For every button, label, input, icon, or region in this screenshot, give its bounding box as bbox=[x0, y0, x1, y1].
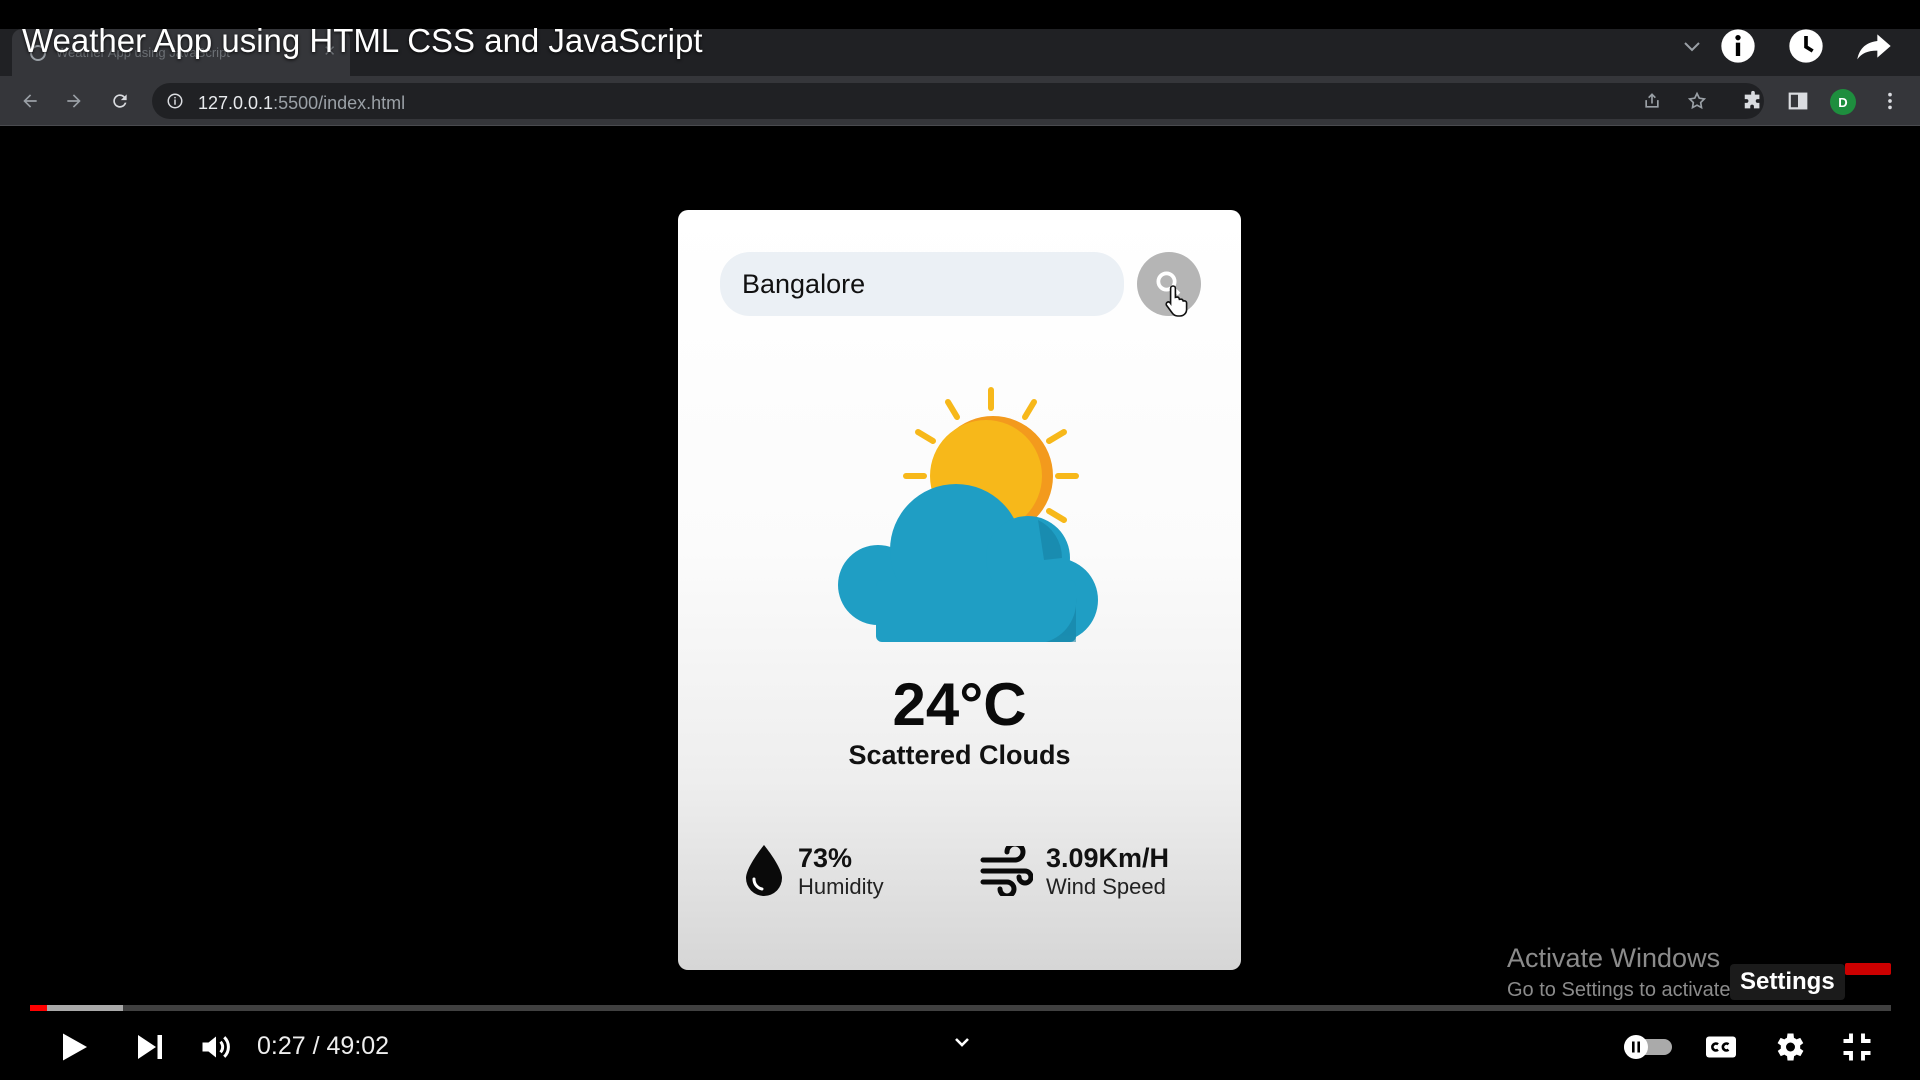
city-search-input[interactable] bbox=[720, 252, 1124, 316]
reload-icon[interactable] bbox=[108, 89, 132, 113]
volume-button[interactable] bbox=[196, 1027, 236, 1067]
settings-tooltip: Settings bbox=[1730, 964, 1845, 1000]
chevron-down-icon[interactable] bbox=[1672, 24, 1712, 68]
captions-button[interactable] bbox=[1700, 1027, 1742, 1067]
activate-windows-title: Activate Windows bbox=[1507, 943, 1721, 973]
skip-next-icon bbox=[138, 1035, 162, 1059]
autoplay-toggle-icon bbox=[1624, 1035, 1672, 1059]
site-info-icon[interactable] bbox=[166, 92, 184, 110]
partly-cloudy-weather-icon bbox=[838, 387, 1098, 642]
exit-fullscreen-button[interactable] bbox=[1836, 1027, 1878, 1067]
browser-toolbar: 127.0.0.1:5500/index.html D bbox=[0, 76, 1920, 126]
wind-icon bbox=[980, 846, 1033, 896]
subscribe-badge bbox=[1845, 963, 1891, 975]
weather-condition: Scattered Clouds bbox=[848, 740, 1071, 770]
play-button[interactable] bbox=[52, 1027, 92, 1067]
activate-windows-subtitle: Go to Settings to activate Windows. bbox=[1507, 979, 1735, 1001]
progress-played bbox=[30, 1005, 47, 1011]
bookmark-star-icon[interactable] bbox=[1687, 91, 1707, 111]
address-bar[interactable]: 127.0.0.1:5500/index.html bbox=[152, 83, 1764, 119]
temperature-value: 24°C bbox=[892, 671, 1027, 738]
chevron-down-icon[interactable] bbox=[944, 1024, 980, 1060]
play-icon bbox=[63, 1033, 87, 1061]
profile-avatar[interactable]: D bbox=[1830, 89, 1856, 115]
back-arrow-icon[interactable] bbox=[18, 89, 42, 113]
settings-button[interactable] bbox=[1768, 1027, 1810, 1067]
wind-speed-value: 3.09Km/H bbox=[1046, 843, 1170, 873]
exit-fullscreen-icon bbox=[1843, 1033, 1871, 1061]
autoplay-toggle[interactable] bbox=[1620, 1032, 1676, 1062]
time-display: 0:27 / 49:02 bbox=[257, 1032, 390, 1060]
side-panel-icon[interactable] bbox=[1787, 90, 1809, 112]
weather-card: 24°C Scattered Clouds 73% Humidity 3.09K… bbox=[678, 210, 1241, 970]
hand-cursor-icon bbox=[1165, 285, 1188, 317]
next-button[interactable] bbox=[130, 1027, 170, 1067]
share-page-icon[interactable] bbox=[1642, 91, 1662, 111]
browser-menu-icon[interactable] bbox=[1879, 90, 1901, 112]
closed-captions-icon bbox=[1706, 1036, 1736, 1058]
share-icon[interactable] bbox=[1852, 24, 1896, 68]
info-icon[interactable] bbox=[1716, 24, 1760, 68]
gear-icon bbox=[1777, 1033, 1804, 1061]
humidity-label: Humidity bbox=[798, 874, 884, 899]
video-progress-bar[interactable] bbox=[30, 1005, 1891, 1011]
video-title[interactable]: Weather App using HTML CSS and JavaScrip… bbox=[22, 22, 703, 60]
forward-arrow-icon[interactable] bbox=[62, 89, 86, 113]
wind-speed-label: Wind Speed bbox=[1046, 874, 1166, 899]
humidity-drop-icon bbox=[746, 845, 782, 896]
extensions-puzzle-icon[interactable] bbox=[1742, 90, 1764, 112]
url-text: 127.0.0.1:5500/index.html bbox=[198, 93, 406, 113]
humidity-value: 73% bbox=[798, 843, 853, 873]
clock-icon[interactable] bbox=[1784, 24, 1828, 68]
volume-icon bbox=[202, 1036, 230, 1058]
